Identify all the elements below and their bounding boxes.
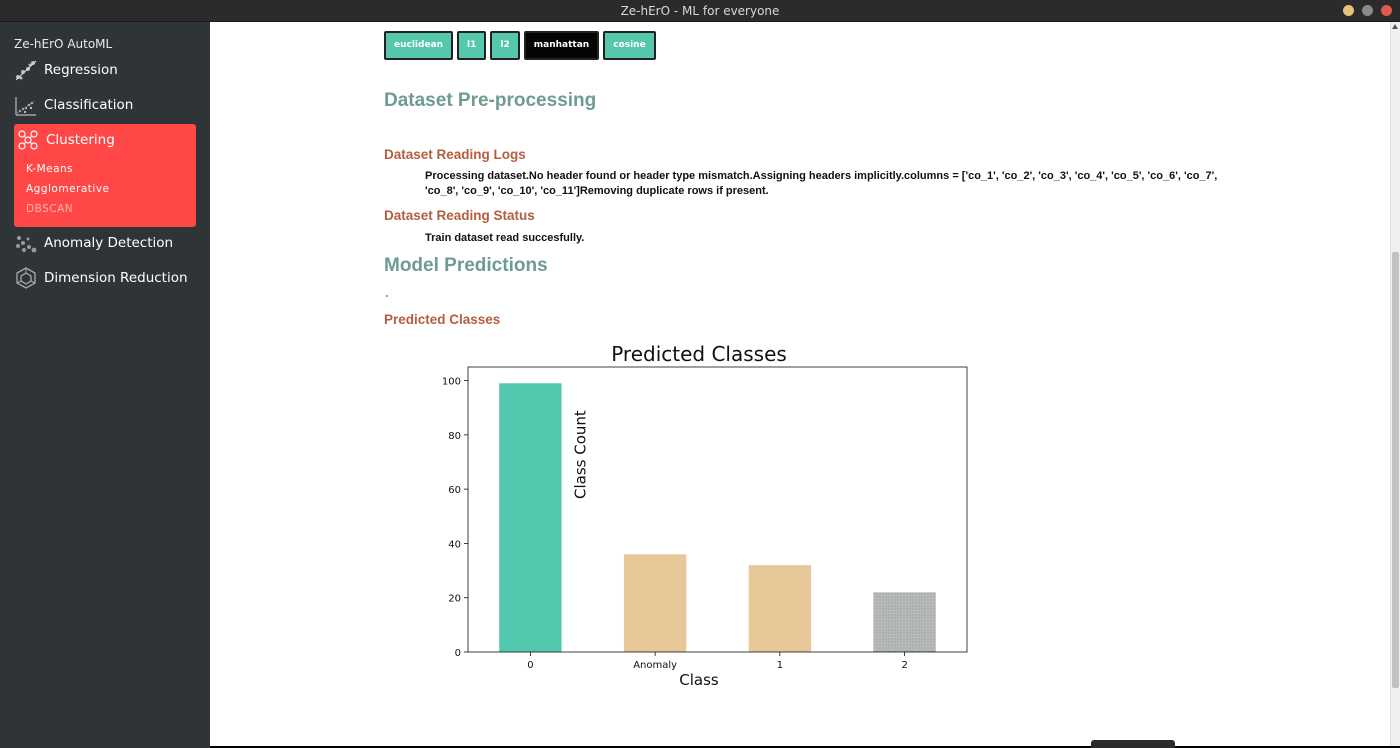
chart-xlabel: Class (679, 671, 719, 689)
main-content: euclidean l1 l2 manhattan cosine Dataset… (210, 22, 1390, 746)
dimension-icon (16, 267, 36, 289)
anomaly-icon (16, 236, 37, 253)
y-tick-label: 80 (448, 431, 461, 442)
classification-icon (15, 97, 36, 116)
bar-anomaly (623, 554, 687, 652)
y-tick-label: 20 (448, 594, 461, 605)
logs-text: Processing dataset.No header found or he… (425, 170, 1218, 197)
window-titlebar: Ze-hErO - ML for everyone (0, 0, 1400, 22)
chart-ylabel: Class Count (572, 410, 590, 499)
sidebar-item-regression[interactable]: Regression (14, 55, 196, 85)
y-tick-label: 60 (448, 485, 461, 496)
sidebar-item-anomaly-detection[interactable]: Anomaly Detection (14, 228, 196, 258)
sidebar-item-label: Clustering (46, 132, 115, 148)
distance-metric-selector: euclidean l1 l2 manhattan cosine (384, 31, 656, 60)
sidebar: Ze-hErO AutoML Regression Classification… (0, 22, 210, 748)
clustering-icon (18, 130, 38, 150)
metric-button-manhattan[interactable]: manhattan (523, 31, 600, 60)
sidebar-item-label: Regression (44, 62, 118, 78)
divider-dot (386, 295, 388, 297)
bar-1 (748, 565, 812, 652)
y-tick-label: 40 (448, 539, 461, 550)
sidebar-item-classification[interactable]: Classification (14, 90, 196, 120)
regression-icon (15, 60, 37, 81)
x-tick-label: 1 (777, 660, 783, 671)
sidebar-item-label: Anomaly Detection (44, 235, 174, 251)
preprocess-heading: Dataset Pre-processing (384, 90, 597, 111)
predicted-classes-chart: Predicted Classes 0 20 40 60 80 100 0 Anomaly 1 2… (442, 342, 968, 689)
minimize-button[interactable] (1343, 5, 1354, 16)
app-brand: Ze-hErO AutoML (14, 37, 113, 51)
y-tick-label: 0 (455, 648, 461, 659)
status-text: Train dataset read succesfully. (425, 232, 585, 244)
window-title: Ze-hErO - ML for everyone (620, 4, 780, 18)
sidebar-subitem-agglomerative[interactable]: Agglomerative (14, 179, 196, 199)
bar-0 (499, 383, 562, 652)
status-heading: Dataset Reading Status (384, 208, 535, 223)
predicted-classes-heading: Predicted Classes (384, 312, 501, 327)
bottom-tab (1091, 740, 1175, 748)
sidebar-subitem-dbscan[interactable]: DBSCAN (14, 199, 196, 219)
y-tick-label: 100 (442, 377, 461, 388)
maximize-button[interactable] (1362, 5, 1373, 16)
chart-title: Predicted Classes (611, 342, 787, 366)
sidebar-subitem-kmeans[interactable]: K-Means (14, 159, 196, 179)
sidebar-item-label: Dimension Reduction (44, 270, 188, 286)
scrollbar-thumb[interactable] (1392, 252, 1399, 688)
x-tick-label: Anomaly (633, 660, 677, 671)
sidebar-item-dimension-reduction[interactable]: Dimension Reduction (14, 263, 196, 293)
scroll-up-arrow[interactable] (1392, 24, 1398, 29)
metric-button-euclidean[interactable]: euclidean (384, 31, 454, 60)
x-tick-label: 2 (901, 660, 907, 671)
metric-button-cosine[interactable]: cosine (603, 31, 656, 60)
metric-button-l1[interactable]: l1 (457, 31, 487, 60)
close-button[interactable] (1381, 5, 1392, 16)
logs-heading: Dataset Reading Logs (384, 147, 526, 162)
bar-2 (873, 592, 936, 652)
x-tick-label: 0 (527, 660, 533, 671)
metric-button-l2[interactable]: l2 (490, 31, 520, 60)
sidebar-item-clustering[interactable]: Clustering K-Means Agglomerative DBSCAN (14, 124, 196, 227)
predictions-heading: Model Predictions (384, 255, 548, 276)
sidebar-item-label: Classification (44, 97, 134, 113)
